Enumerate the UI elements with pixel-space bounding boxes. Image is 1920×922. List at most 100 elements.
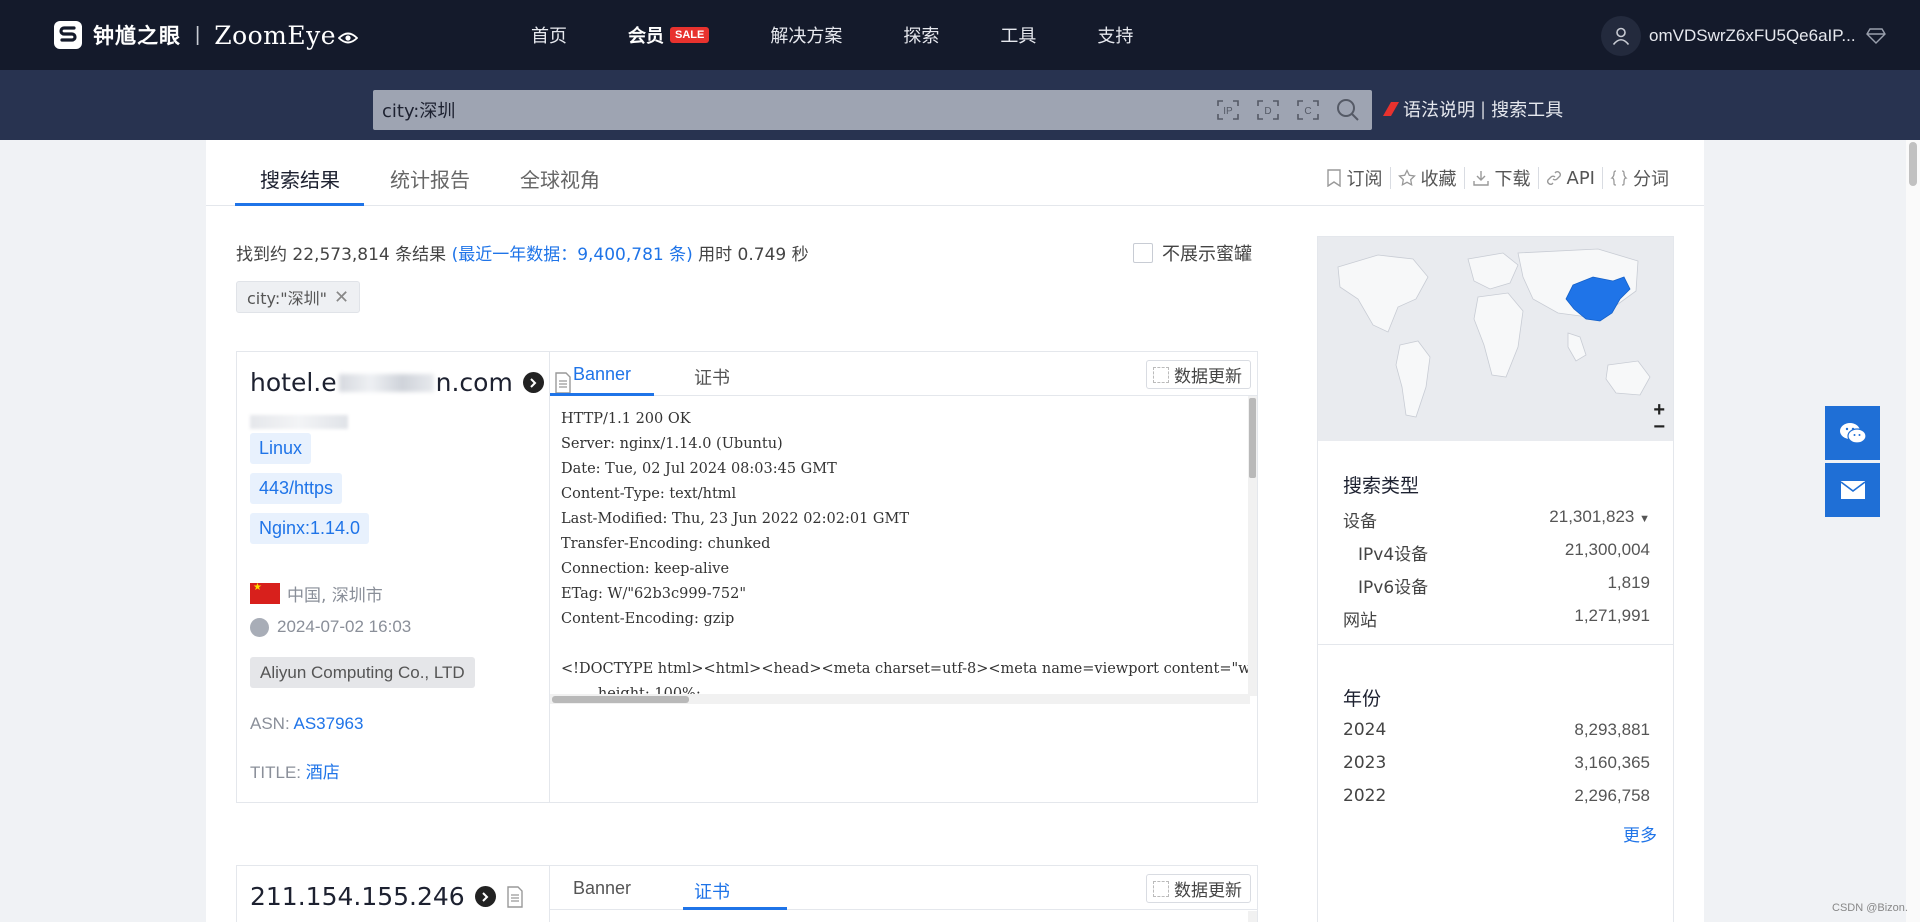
host-end: n.com	[435, 368, 513, 397]
stat-row-year[interactable]: 2023 3,160,365	[1343, 753, 1650, 773]
redacted-ip	[250, 415, 348, 429]
stat-label: 网站	[1343, 611, 1377, 631]
username[interactable]: omVDSwrZ6xFU5Qe6aIP...	[1649, 26, 1856, 46]
stat-value: 21,301,823 ▼	[1549, 507, 1650, 526]
recent-year-link[interactable]: (最近一年数据：9,400,781 条)	[452, 245, 693, 265]
hide-honeypot-checkbox[interactable]	[1133, 243, 1153, 263]
nav-tools[interactable]: 工具	[1000, 22, 1036, 48]
syntax-help-link[interactable]: 语法说明	[1403, 96, 1475, 122]
email-button[interactable]	[1825, 463, 1880, 517]
world-map[interactable]: + −	[1318, 237, 1673, 441]
open-detail-icon[interactable]	[474, 886, 496, 907]
result-tabs: 搜索结果 统计报告 全球视角 订阅 收藏 下载 API 分词	[206, 140, 1704, 206]
os-tag[interactable]: Linux	[250, 433, 312, 464]
eye-icon	[338, 32, 359, 44]
close-icon[interactable]: ✕	[334, 287, 349, 308]
favorite-button[interactable]: 收藏	[1391, 165, 1464, 191]
result-detail: Banner 证书 数据更新	[550, 866, 1257, 922]
asn-link[interactable]: AS37963	[293, 714, 363, 733]
result-host[interactable]: 211.154.155.246	[250, 882, 524, 911]
data-update-label: 数据更新	[1174, 881, 1242, 901]
elapsed-time: 用时 0.749 秒	[698, 245, 809, 265]
tab-banner[interactable]: Banner	[550, 364, 654, 385]
stat-row-year[interactable]: 2024 8,293,881	[1343, 720, 1650, 740]
asn-row: ASN: AS37963	[250, 714, 363, 734]
stat-row-device[interactable]: 设备 21,301,823 ▼	[1343, 507, 1650, 532]
result-card: 211.154.155.246 Banner 证书 数据更新	[236, 865, 1258, 922]
main-panel: 搜索结果 统计报告 全球视角 订阅 收藏 下载 API 分词 找到约 22,57…	[206, 140, 1704, 922]
stat-row-website[interactable]: 网站 1,271,991	[1343, 606, 1650, 631]
wechat-button[interactable]	[1825, 406, 1880, 460]
location-label: 中国, 深圳市	[287, 586, 383, 606]
time-label: 2024-07-02 16:03	[277, 617, 412, 636]
search-icon[interactable]	[1334, 97, 1362, 123]
braces-icon	[1610, 170, 1628, 186]
filter-chip-label: city:"深圳"	[247, 289, 327, 308]
banner-vertical-scrollbar[interactable]	[1248, 396, 1257, 696]
org-tag[interactable]: Aliyun Computing Co., LTD	[250, 657, 475, 688]
scroll-thumb[interactable]	[552, 696, 689, 703]
stat-row-ipv4[interactable]: IPv4设备 21,300,004	[1358, 540, 1650, 565]
more-link[interactable]: 更多	[1623, 821, 1657, 846]
banner-vertical-scrollbar[interactable]	[1248, 911, 1257, 922]
svg-text:D: D	[1264, 106, 1271, 117]
port-tag[interactable]: 443/https	[250, 473, 343, 504]
api-button[interactable]: API	[1539, 168, 1602, 189]
cert-search-icon[interactable]: C	[1294, 97, 1322, 123]
title-label: TITLE:	[250, 763, 302, 782]
page-scrollbar[interactable]	[1906, 140, 1920, 922]
tab-search-results[interactable]: 搜索结果	[260, 164, 340, 193]
bookmark-icon	[1326, 169, 1341, 187]
nav-explore[interactable]: 探索	[903, 22, 939, 48]
nav-support[interactable]: 支持	[1097, 22, 1133, 48]
stat-label: 2022	[1343, 786, 1387, 806]
result-card: hotel.e n.com Linux 443/https Nginx:1.14.…	[236, 351, 1258, 803]
user-menu[interactable]: omVDSwrZ6xFU5Qe6aIP...	[1601, 16, 1886, 56]
watermark: CSDN @Bizon.	[1832, 902, 1908, 914]
avatar[interactable]	[1601, 16, 1641, 56]
download-button[interactable]: 下载	[1465, 165, 1538, 191]
active-tab-indicator	[235, 203, 364, 206]
tab-certificate[interactable]: 证书	[660, 878, 764, 904]
tokenize-button[interactable]: 分词	[1603, 165, 1676, 191]
ip-search-icon[interactable]: IP	[1214, 97, 1242, 123]
hide-honeypot-toggle[interactable]: 不展示蜜罐	[1133, 240, 1252, 266]
service-tag[interactable]: Nginx:1.14.0	[250, 513, 370, 544]
tab-stats-report[interactable]: 统计报告	[390, 164, 470, 193]
tab-banner[interactable]: Banner	[550, 878, 654, 899]
data-update-button[interactable]: 数据更新	[1146, 360, 1251, 389]
domain-search-icon[interactable]: D	[1254, 97, 1282, 123]
search-input[interactable]	[373, 99, 1213, 121]
copy-doc-icon[interactable]	[506, 885, 524, 908]
stat-row-ipv6[interactable]: IPv6设备 1,819	[1358, 573, 1650, 598]
brand-en: ZoomEye	[214, 20, 337, 50]
result-host[interactable]: hotel.e n.com	[250, 368, 572, 397]
data-update-button[interactable]: 数据更新	[1146, 874, 1251, 903]
search-tools-link[interactable]: 搜索工具	[1491, 96, 1563, 122]
favorite-label: 收藏	[1420, 169, 1457, 190]
tab-certificate[interactable]: 证书	[660, 364, 764, 390]
diamond-icon[interactable]	[1865, 27, 1886, 45]
zoom-out-button[interactable]: −	[1653, 416, 1665, 439]
result-meta: 211.154.155.246	[237, 866, 550, 922]
main-nav: 首页 会员 SALE 解决方案 探索 工具 支持	[531, 0, 1194, 70]
result-location[interactable]: 中国, 深圳市	[250, 581, 383, 606]
stat-value: 1,271,991	[1574, 606, 1650, 625]
nav-solutions[interactable]: 解决方案	[770, 22, 842, 48]
refresh-icon	[1153, 366, 1169, 383]
open-detail-icon[interactable]	[522, 372, 544, 393]
scroll-thumb[interactable]	[1249, 398, 1256, 478]
top-navbar: 钟馗之眼 | ZoomEye 首页 会员 SALE 解决方案 探索 工具 支持 …	[0, 0, 1920, 70]
star-icon	[1397, 169, 1416, 187]
title-link[interactable]: 酒店	[306, 763, 340, 782]
nav-membership[interactable]: 会员 SALE	[628, 22, 710, 48]
brand-cn: 钟馗之眼	[93, 24, 181, 48]
scroll-thumb[interactable]	[1909, 142, 1917, 186]
subscribe-label: 订阅	[1346, 169, 1383, 190]
brand-logo[interactable]: 钟馗之眼 | ZoomEye	[52, 19, 359, 51]
stat-row-year[interactable]: 2022 2,296,758	[1343, 786, 1650, 806]
banner-horizontal-scrollbar[interactable]	[550, 694, 1250, 704]
nav-home[interactable]: 首页	[531, 22, 567, 48]
subscribe-button[interactable]: 订阅	[1319, 165, 1390, 191]
tab-global-view[interactable]: 全球视角	[520, 164, 600, 193]
